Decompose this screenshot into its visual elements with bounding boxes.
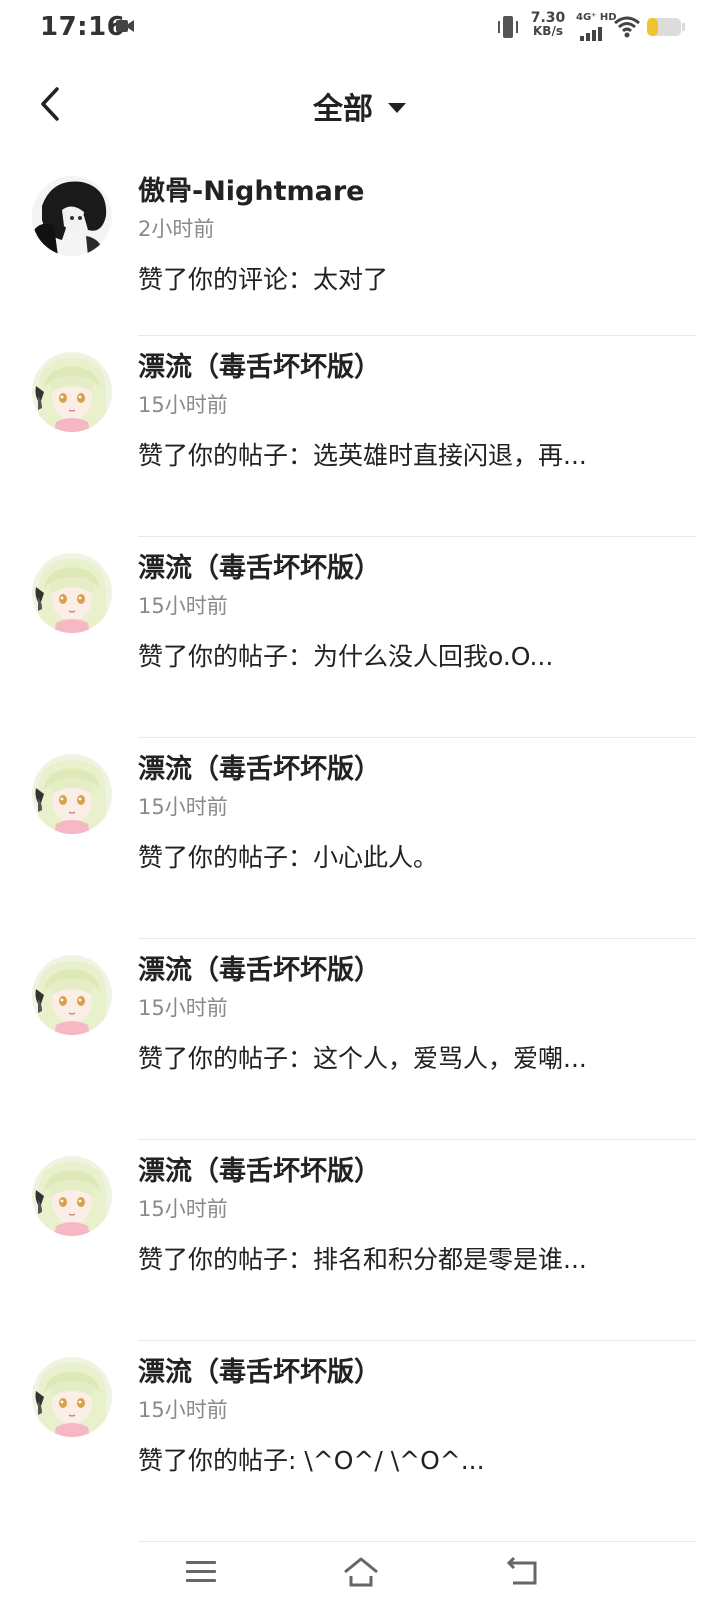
time-ago: 2小时前 (138, 217, 215, 241)
status-time: 17:16 (40, 12, 126, 42)
net-speed: 7.30 KB/s (528, 11, 568, 38)
notification-text: 赞了你的帖子：排名和积分都是零是谁... (138, 1245, 587, 1274)
notification-body: 漂流（毒舌坏坏版） 15小时前 赞了你的帖子：排名和积分都是零是谁... (138, 1154, 690, 1278)
vibrate-icon (496, 14, 520, 44)
time-ago: 15小时前 (138, 393, 228, 417)
time-ago: 15小时前 (138, 795, 228, 819)
signal-label: 4G⁺ HD (576, 12, 617, 23)
camera-icon (116, 18, 134, 38)
notification-body: 傲骨-Nightmare 2小时前 赞了你的评论：太对了 (138, 174, 690, 298)
system-nav-bar (0, 1532, 720, 1612)
back-nav-button[interactable] (494, 1544, 550, 1600)
avatar[interactable] (32, 352, 112, 432)
time-ago: 15小时前 (138, 996, 228, 1020)
header: 全部 (0, 62, 720, 146)
notification-text: 赞了你的帖子：选英雄时直接闪退，再... (138, 441, 587, 470)
avatar[interactable] (32, 955, 112, 1035)
notification-text: 赞了你的帖子：为什么没人回我o.O... (138, 642, 554, 671)
notification-body: 漂流（毒舌坏坏版） 15小时前 赞了你的帖子: \^O^/ \^O^... (138, 1355, 690, 1479)
notification-item[interactable]: 傲骨-Nightmare 2小时前 赞了你的评论：太对了 (0, 160, 720, 336)
avatar[interactable] (32, 1156, 112, 1236)
back-icon (506, 1557, 537, 1585)
battery-icon (646, 17, 686, 41)
time-ago: 15小时前 (138, 594, 228, 618)
notification-text: 赞了你的帖子：小心此人。 (138, 843, 439, 872)
dropdown-triangle-icon (388, 103, 406, 113)
notification-body: 漂流（毒舌坏坏版） 15小时前 赞了你的帖子：为什么没人回我o.O... (138, 551, 690, 675)
notification-text: 赞了你的评论：太对了 (138, 265, 389, 294)
wifi-icon (614, 16, 640, 42)
menu-icon (186, 1561, 216, 1582)
notification-item[interactable]: 漂流（毒舌坏坏版） 15小时前 赞了你的帖子：排名和积分都是零是谁... (0, 1140, 720, 1341)
notification-list: 傲骨-Nightmare 2小时前 赞了你的评论：太对了 漂流（毒舌坏坏版） 1… (0, 160, 720, 1542)
notification-item[interactable]: 漂流（毒舌坏坏版） 15小时前 赞了你的帖子：小心此人。 (0, 738, 720, 939)
user-name[interactable]: 漂流（毒舌坏坏版） (138, 350, 690, 386)
filter-dropdown[interactable]: 全部 (0, 84, 720, 128)
notification-text: 赞了你的帖子：这个人，爱骂人，爱嘲... (138, 1044, 587, 1073)
time-ago: 15小时前 (138, 1197, 228, 1221)
user-name[interactable]: 漂流（毒舌坏坏版） (138, 953, 690, 989)
home-icon (344, 1557, 378, 1587)
user-name[interactable]: 漂流（毒舌坏坏版） (138, 1355, 690, 1391)
notification-body: 漂流（毒舌坏坏版） 15小时前 赞了你的帖子：小心此人。 (138, 752, 690, 876)
notification-item[interactable]: 漂流（毒舌坏坏版） 15小时前 赞了你的帖子：选英雄时直接闪退，再... (0, 336, 720, 537)
user-name[interactable]: 漂流（毒舌坏坏版） (138, 1154, 690, 1190)
signal-icon (580, 26, 604, 45)
user-name[interactable]: 傲骨-Nightmare (138, 174, 690, 210)
avatar[interactable] (32, 553, 112, 633)
notification-body: 漂流（毒舌坏坏版） 15小时前 赞了你的帖子：这个人，爱骂人，爱嘲... (138, 953, 690, 1077)
user-name[interactable]: 漂流（毒舌坏坏版） (138, 551, 690, 587)
avatar[interactable] (32, 176, 112, 256)
notification-item[interactable]: 漂流（毒舌坏坏版） 15小时前 赞了你的帖子：这个人，爱骂人，爱嘲... (0, 939, 720, 1140)
avatar[interactable] (32, 754, 112, 834)
notification-body: 漂流（毒舌坏坏版） 15小时前 赞了你的帖子：选英雄时直接闪退，再... (138, 350, 690, 474)
home-button[interactable] (333, 1544, 389, 1600)
status-bar: 17:16 7.30 KB/s 4G⁺ HD (0, 0, 720, 56)
user-name[interactable]: 漂流（毒舌坏坏版） (138, 752, 690, 788)
time-ago: 15小时前 (138, 1398, 228, 1422)
signal-indicator: 4G⁺ HD (576, 12, 617, 45)
page-title: 全部 (313, 92, 373, 127)
avatar[interactable] (32, 1357, 112, 1437)
notification-item[interactable]: 漂流（毒舌坏坏版） 15小时前 赞了你的帖子：为什么没人回我o.O... (0, 537, 720, 738)
net-speed-unit: KB/s (533, 24, 563, 38)
notification-text: 赞了你的帖子: \^O^/ \^O^... (138, 1446, 485, 1475)
menu-button[interactable] (173, 1544, 229, 1600)
notification-item[interactable]: 漂流（毒舌坏坏版） 15小时前 赞了你的帖子: \^O^/ \^O^... (0, 1341, 720, 1542)
